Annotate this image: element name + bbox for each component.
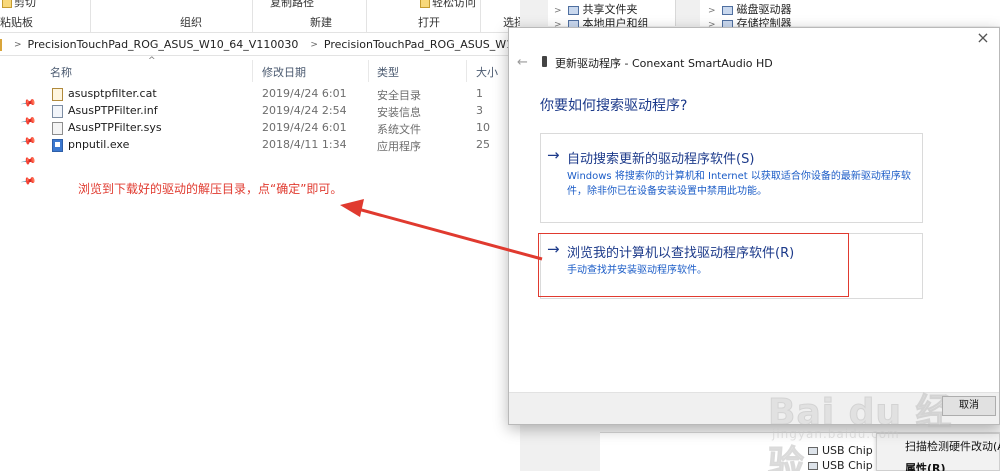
ribbon-open-label: 打开 bbox=[418, 16, 440, 29]
breadcrumb-segment[interactable]: PrecisionTouchPad_ROG_ASUS_W10_64_V11003… bbox=[28, 38, 299, 51]
dialog-heading: 你要如何搜索驱动程序? bbox=[540, 98, 688, 114]
highlight-box bbox=[538, 233, 849, 297]
file-date: 2019/4/24 6:01 bbox=[262, 121, 347, 134]
dialog-title: 更新驱动程序 - Conexant SmartAudio HD bbox=[555, 57, 773, 70]
update-driver-dialog: × ← 更新驱动程序 - Conexant SmartAudio HD 你要如何… bbox=[508, 27, 1000, 425]
column-header-size[interactable]: 大小 bbox=[476, 64, 498, 80]
column-header-name[interactable]: 名称 bbox=[50, 64, 72, 80]
breadcrumb-segment[interactable]: PrecisionTouchPad_ROG_ASUS_W10_64_V11003… bbox=[324, 38, 520, 51]
background-tree-left: > 共享文件夹 > 本地用户和组 bbox=[548, 0, 676, 30]
file-name: AsusPTPFilter.inf bbox=[68, 104, 158, 117]
annotation-arrow bbox=[340, 199, 543, 261]
chevron-right-icon: > bbox=[310, 39, 318, 50]
file-size: 10 bbox=[476, 121, 490, 134]
file-date: 2019/4/24 6:01 bbox=[262, 87, 347, 100]
navigation-pane: 📌 📌 📌 📌 📌 bbox=[0, 56, 42, 471]
device-icon bbox=[542, 56, 547, 67]
sort-caret-icon: ^ bbox=[148, 56, 156, 66]
cat-file-icon bbox=[52, 88, 63, 101]
file-type: 应用程序 bbox=[377, 140, 421, 153]
arrow-right-icon: → bbox=[547, 146, 560, 164]
pin-icon[interactable]: 📌 bbox=[20, 95, 37, 111]
file-row[interactable]: AsusPTPFilter.sys 2019/4/24 6:01 系统文件 10 bbox=[48, 120, 520, 137]
column-divider[interactable] bbox=[466, 60, 467, 82]
column-divider[interactable] bbox=[252, 60, 253, 82]
ribbon-divider bbox=[90, 0, 91, 32]
ribbon-divider bbox=[366, 0, 367, 32]
ribbon-clipboard-label: 粘贴板 bbox=[0, 16, 33, 29]
ribbon-easy-access[interactable]: 轻松访问 bbox=[432, 0, 476, 9]
file-name: AsusPTPFilter.sys bbox=[68, 121, 162, 134]
column-header-date[interactable]: 修改日期 bbox=[262, 64, 306, 80]
file-size: 3 bbox=[476, 104, 483, 117]
back-arrow-icon[interactable]: ← bbox=[517, 55, 528, 70]
file-row[interactable]: asusptpfilter.cat 2019/4/24 6:01 安全目录 1 bbox=[48, 86, 520, 103]
file-date: 2018/4/11 1:34 bbox=[262, 138, 347, 151]
file-name: pnputil.exe bbox=[68, 138, 130, 151]
column-header-type[interactable]: 类型 bbox=[377, 64, 399, 80]
file-name: asusptpfilter.cat bbox=[68, 87, 157, 100]
column-divider[interactable] bbox=[368, 60, 369, 82]
tutorial-annotation: 浏览到下载好的驱动的解压目录，点“确定”即可。 bbox=[78, 182, 343, 196]
file-type: 安全目录 bbox=[377, 89, 421, 102]
pin-icon[interactable]: 📌 bbox=[20, 133, 37, 149]
option-description: Windows 将搜索你的计算机和 Internet 以获取适合你设备的最新驱动… bbox=[567, 171, 911, 197]
disk-icon bbox=[721, 5, 733, 15]
sys-file-icon bbox=[52, 122, 63, 135]
file-type: 安装信息 bbox=[377, 106, 421, 119]
folder-icon bbox=[567, 5, 579, 15]
chevron-right-icon: > bbox=[14, 39, 22, 50]
inf-file-icon bbox=[52, 105, 63, 118]
auto-search-option[interactable]: → 自动搜索更新的驱动程序软件(S) Windows 将搜索你的计算机和 Int… bbox=[540, 133, 923, 223]
pin-icon[interactable]: 📌 bbox=[20, 173, 37, 189]
pin-icon[interactable]: 📌 bbox=[20, 113, 37, 129]
ribbon-cut[interactable]: 剪切 bbox=[14, 0, 36, 9]
ribbon: 剪切 粘贴板 组织 复制路径 新建 轻松访问 打开 选择 bbox=[0, 0, 520, 33]
cut-icon bbox=[2, 0, 12, 8]
file-type: 系统文件 bbox=[377, 123, 421, 136]
pin-icon[interactable]: 📌 bbox=[20, 153, 37, 169]
address-bar[interactable]: > PrecisionTouchPad_ROG_ASUS_W10_64_V110… bbox=[0, 34, 520, 56]
close-icon[interactable]: × bbox=[973, 28, 993, 47]
watermark-url: jingyan.baidu.com bbox=[772, 427, 900, 441]
ribbon-divider bbox=[480, 0, 481, 32]
edit-icon bbox=[420, 0, 430, 8]
option-title: 自动搜索更新的驱动程序软件(S) bbox=[567, 152, 755, 167]
background-tree-right: > 磁盘驱动器 > 存储控制器 bbox=[700, 0, 1000, 30]
exe-file-icon bbox=[52, 139, 63, 152]
cancel-button[interactable]: 取消 bbox=[942, 396, 996, 416]
baidu-watermark: Bai du 经验 jingyan.baidu.com bbox=[768, 383, 988, 471]
ribbon-divider bbox=[252, 0, 253, 32]
ribbon-new-label: 新建 bbox=[310, 16, 332, 29]
folder-icon bbox=[0, 38, 2, 51]
file-size: 1 bbox=[476, 87, 483, 100]
file-row[interactable]: pnputil.exe 2018/4/11 1:34 应用程序 25 bbox=[48, 137, 520, 154]
file-row[interactable]: AsusPTPFilter.inf 2019/4/24 2:54 安装信息 3 bbox=[48, 103, 520, 120]
ribbon-organize-label: 组织 bbox=[180, 16, 202, 29]
ribbon-copy-path[interactable]: 复制路径 bbox=[270, 0, 314, 10]
file-date: 2019/4/24 2:54 bbox=[262, 104, 347, 117]
file-size: 25 bbox=[476, 138, 490, 151]
